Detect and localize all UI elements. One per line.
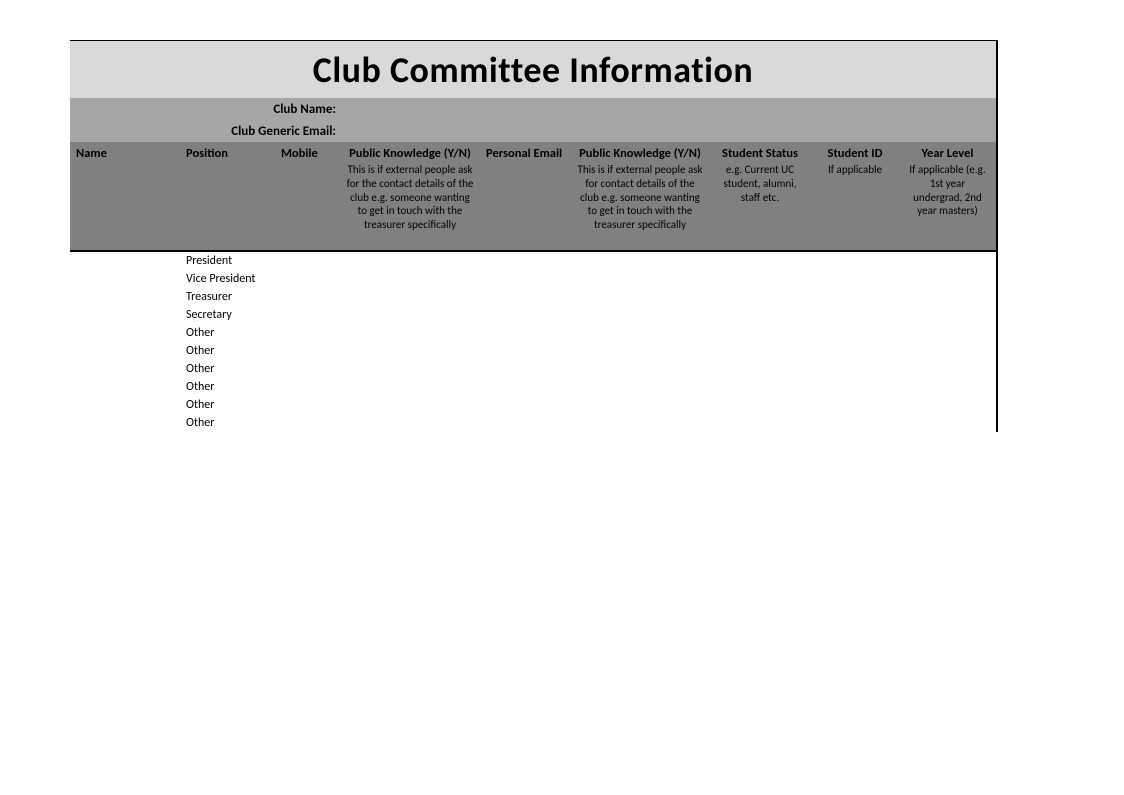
table-row: Treasurer	[70, 288, 996, 306]
table-row: Other	[70, 360, 996, 378]
table-row: Other	[70, 414, 996, 432]
header-pk1-sub: This is if external people ask for the c…	[346, 163, 474, 232]
table-row: Other	[70, 396, 996, 414]
table-header-row: Name Position Mobile Public Knowledge (Y…	[70, 142, 996, 252]
header-email-title: Personal Email	[486, 146, 564, 161]
header-position: Position	[180, 142, 275, 250]
club-name-row: Club Name:	[70, 98, 996, 120]
header-year-sub: If applicable (e.g. 1st year undergrad, …	[906, 163, 989, 218]
header-status-title: Student Status	[716, 146, 804, 161]
cell-position[interactable]: Secretary	[180, 308, 275, 322]
cell-position[interactable]: Other	[180, 380, 275, 394]
title-bar: Club Committee Information	[70, 40, 996, 98]
header-mobile-title: Mobile	[281, 146, 334, 161]
header-pk2-title: Public Knowledge (Y/N)	[576, 146, 704, 161]
header-sid-title: Student ID	[816, 146, 894, 161]
cell-position[interactable]: Other	[180, 398, 275, 412]
table-body: President Vice President Treasurer Secretar…	[70, 252, 996, 432]
cell-position[interactable]: Other	[180, 362, 275, 376]
header-name: Name	[70, 142, 180, 250]
club-email-row: Club Generic Email:	[70, 120, 996, 142]
table-row: Vice President	[70, 270, 996, 288]
spreadsheet-form: Club Committee Information Club Name: Cl…	[70, 40, 998, 432]
table-row: Other	[70, 324, 996, 342]
header-public-knowledge-1: Public Knowledge (Y/N) This is if extern…	[340, 142, 480, 250]
cell-position[interactable]: Other	[180, 326, 275, 340]
cell-position[interactable]: Other	[180, 416, 275, 430]
header-public-knowledge-2: Public Knowledge (Y/N) This is if extern…	[570, 142, 710, 250]
header-name-title: Name	[76, 146, 174, 161]
cell-position[interactable]: Vice President	[180, 272, 275, 286]
club-name-label: Club Name:	[70, 102, 340, 117]
cell-position[interactable]: Treasurer	[180, 290, 275, 304]
table-row: President	[70, 252, 996, 270]
club-email-label: Club Generic Email:	[70, 124, 340, 139]
header-sid-sub: If applicable	[816, 163, 894, 177]
cell-position[interactable]: President	[180, 254, 275, 268]
header-status-sub: e.g. Current UC student, alumni, staff e…	[716, 163, 804, 204]
header-year-level: Year Level If applicable (e.g. 1st year …	[900, 142, 995, 250]
header-pk1-title: Public Knowledge (Y/N)	[346, 146, 474, 161]
header-student-id: Student ID If applicable	[810, 142, 900, 250]
header-mobile: Mobile	[275, 142, 340, 250]
header-pk2-sub: This is if external people ask for conta…	[576, 163, 704, 232]
page-title: Club Committee Information	[313, 48, 753, 92]
cell-position[interactable]: Other	[180, 344, 275, 358]
table-row: Other	[70, 378, 996, 396]
header-year-title: Year Level	[906, 146, 989, 161]
table-row: Other	[70, 342, 996, 360]
header-personal-email: Personal Email	[480, 142, 570, 250]
table-row: Secretary	[70, 306, 996, 324]
header-student-status: Student Status e.g. Current UC student, …	[710, 142, 810, 250]
header-position-title: Position	[186, 146, 269, 161]
